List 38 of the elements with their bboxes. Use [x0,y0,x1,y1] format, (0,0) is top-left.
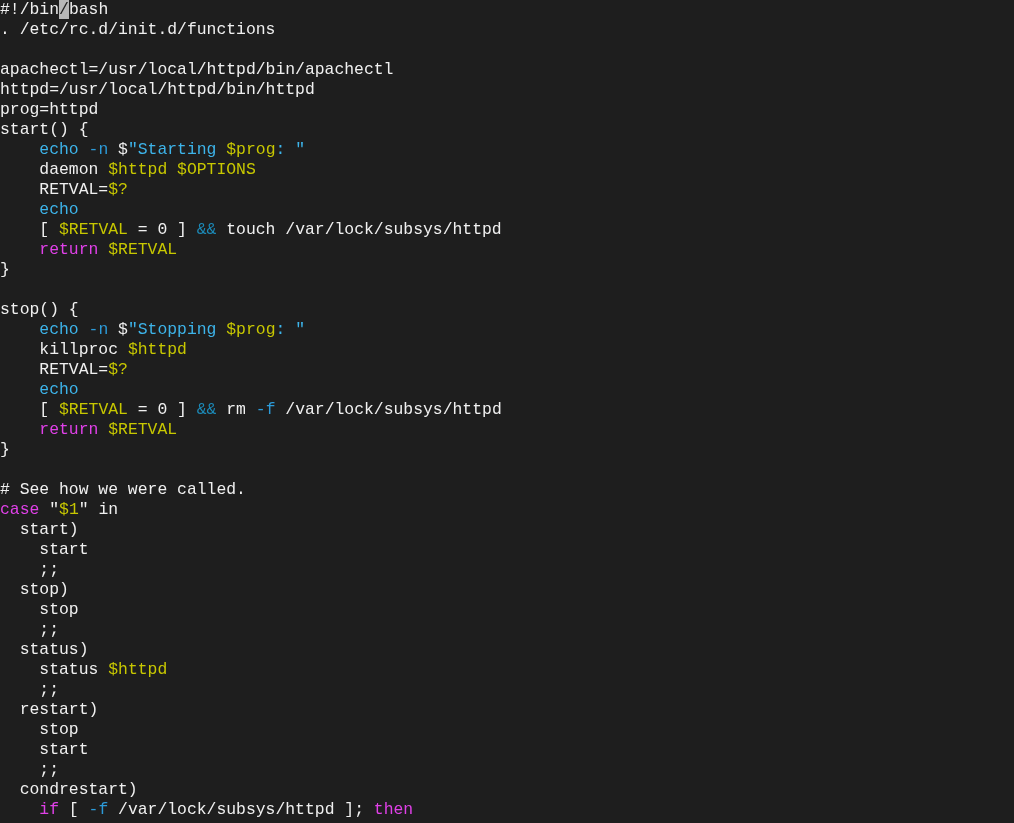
code-line: start [38,540,89,559]
code-line: echo -n $"Stopping $prog: " [38,320,305,339]
code-line: start) [18,520,79,539]
code-line: prog=httpd [0,100,99,119]
code-line: echo -n $"Starting $prog: " [38,140,305,159]
code-line: status) [18,640,89,659]
code-line: condrestart) [18,780,138,799]
code-line: case "$1" in [0,500,119,519]
code-line: [ $RETVAL = 0 ] && rm -f /var/lock/subsys/httpd [38,400,502,419]
code-line: stop [38,720,79,739]
code-line: echo [38,200,79,219]
code-line: #!/bin/bash [0,0,109,19]
code-line: return $RETVAL [38,240,178,259]
code-line: httpd=/usr/local/httpd/bin/httpd [0,80,315,99]
code-line: return $RETVAL [38,420,178,439]
code-line: [ $RETVAL = 0 ] && touch /var/lock/subsys/httpd [38,220,502,239]
code-line: ;; [38,560,60,579]
code-line: status $httpd [38,660,168,679]
code-line: killproc $httpd [38,340,187,359]
code-line: . /etc/rc.d/init.d/functions [0,20,276,39]
code-line: ;; [38,620,60,639]
code-line: start() { [0,120,89,139]
code-line: } [0,440,10,459]
code-line: daemon $httpd $OPTIONS [38,160,256,179]
code-line: ;; [38,760,60,779]
code-line: stop) [18,580,69,599]
code-line: stop [38,600,79,619]
code-line: start [38,740,89,759]
code-line: # See how we were called. [0,480,246,499]
code-line: if [ -f /var/lock/subsys/httpd ]; then [38,800,414,819]
code-line: ;; [38,680,60,699]
code-line: restart) [18,700,99,719]
code-line: echo [38,380,79,399]
code-line: } [0,260,10,279]
code-line: apachectl=/usr/local/httpd/bin/apachectl [0,60,394,79]
code-line: stop() { [0,300,79,319]
code-line: RETVAL=$? [38,180,128,199]
code-line: RETVAL=$? [38,360,128,379]
